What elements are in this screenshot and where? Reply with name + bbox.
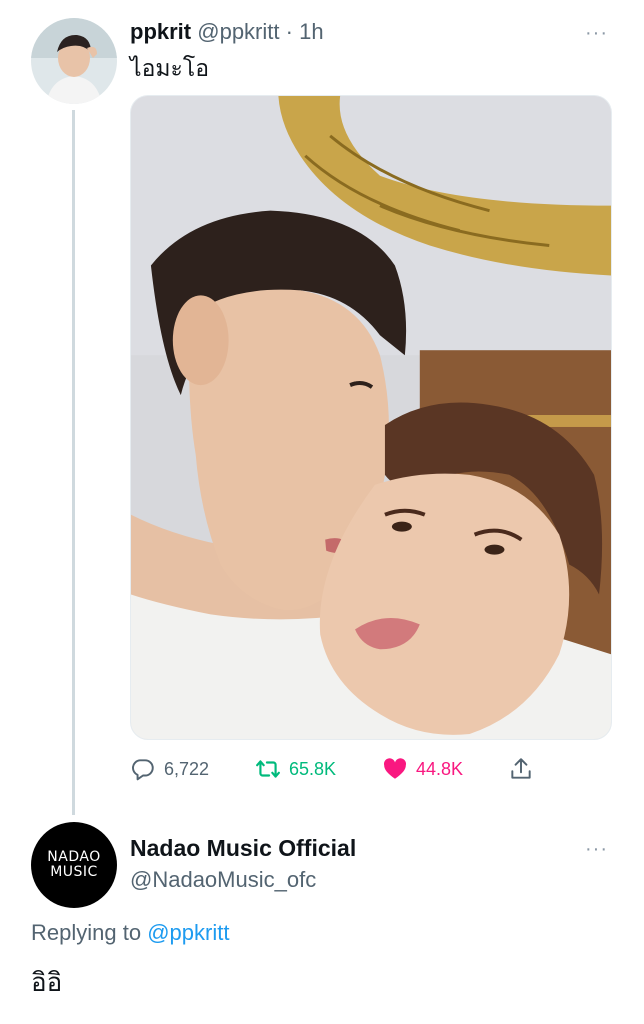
separator-dot: ·: [285, 19, 293, 44]
author-avatar[interactable]: [31, 18, 117, 104]
tweet-text: ไอมะโอ: [130, 56, 210, 82]
like-count: 44.8K: [416, 758, 464, 779]
photo-illustration: [131, 96, 611, 739]
more-options-icon[interactable]: ···: [585, 22, 608, 45]
reply-author-handle[interactable]: @NadaoMusic_ofc: [130, 867, 316, 893]
retweet-icon: [256, 760, 280, 778]
replying-to: Replying to @ppkritt: [31, 920, 229, 946]
avatar-photo: [31, 18, 117, 104]
author-name[interactable]: ppkrit: [130, 19, 191, 44]
share-button[interactable]: [508, 752, 534, 786]
tweet-time[interactable]: 1h: [299, 19, 323, 44]
reply-icon: [132, 759, 154, 781]
reply-more-options-icon[interactable]: ···: [585, 838, 608, 861]
author-handle[interactable]: @ppkritt: [197, 19, 279, 44]
reply-text: อิอิ: [31, 968, 63, 998]
tweet-header: ppkrit @ppkritt · 1h: [130, 18, 324, 46]
like-button[interactable]: 44.8K: [382, 752, 463, 786]
reply-author-avatar[interactable]: NADAO MUSIC: [31, 822, 117, 908]
retweet-button[interactable]: 65.8K: [255, 752, 336, 786]
avatar-logo-line2: MUSIC: [50, 864, 98, 880]
tweet-actions: 6,722 65.8K 44.8K: [130, 752, 612, 786]
share-icon: [511, 758, 531, 779]
thread-connector-line: [72, 110, 75, 815]
avatar-logo-line1: NADAO: [47, 849, 101, 865]
retweet-count: 65.8K: [289, 758, 337, 779]
reply-author-name[interactable]: Nadao Music Official: [130, 835, 356, 862]
replying-mention-link[interactable]: @ppkritt: [147, 920, 229, 945]
tweet-photo[interactable]: [130, 95, 612, 740]
replying-prefix: Replying to: [31, 920, 142, 945]
reply-count: 6,722: [164, 758, 210, 779]
reply-button[interactable]: 6,722: [130, 752, 209, 786]
heart-icon: [384, 758, 406, 779]
